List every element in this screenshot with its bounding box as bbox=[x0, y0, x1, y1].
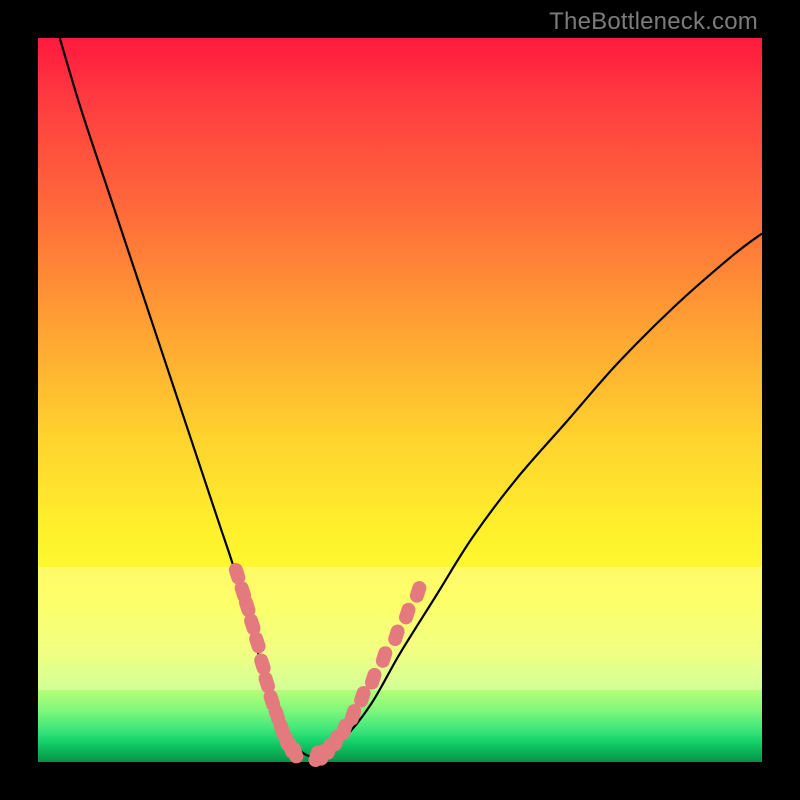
watermark-text: TheBottleneck.com bbox=[549, 8, 758, 36]
marker-cluster-left bbox=[227, 561, 305, 765]
chart-svg bbox=[38, 38, 762, 762]
bottleneck-curve bbox=[60, 38, 762, 757]
marker-point bbox=[397, 601, 417, 626]
plot-area bbox=[38, 38, 762, 762]
marker-cluster-right bbox=[307, 579, 428, 769]
marker-point bbox=[408, 579, 428, 604]
marker-point bbox=[374, 644, 394, 669]
chart-frame: TheBottleneck.com bbox=[0, 0, 800, 800]
marker-point bbox=[386, 623, 406, 648]
